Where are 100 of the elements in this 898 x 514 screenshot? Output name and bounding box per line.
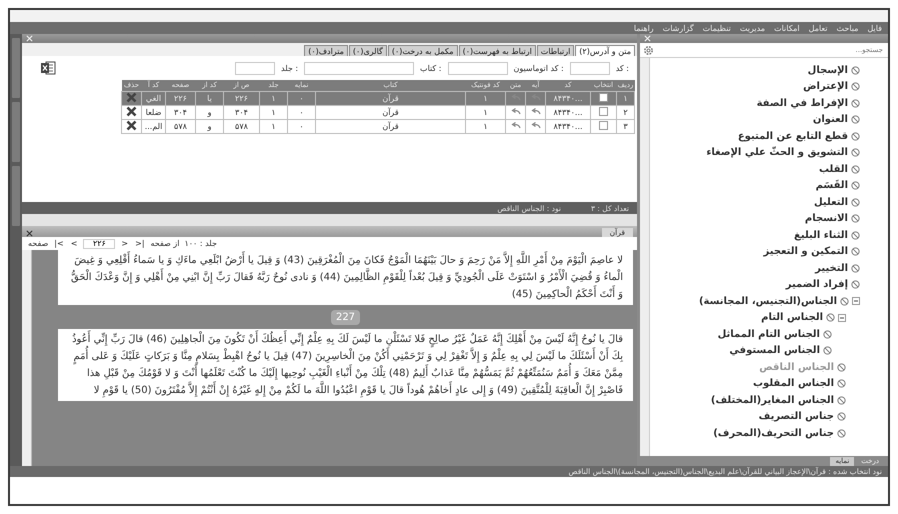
tab[interactable]: مکمل به درخت(۰) bbox=[388, 45, 458, 56]
tree-item[interactable]: الجناس المقلوب bbox=[753, 378, 834, 390]
table-cell: ۱ bbox=[616, 91, 634, 105]
ban-icon bbox=[851, 181, 860, 190]
input-field[interactable] bbox=[235, 62, 275, 74]
input-field[interactable] bbox=[570, 62, 610, 74]
close-icon[interactable] bbox=[26, 230, 33, 237]
tree-item[interactable]: الجناس المستوفي bbox=[729, 345, 820, 356]
table-cell: ۱ bbox=[260, 91, 288, 105]
ban-icon bbox=[851, 132, 860, 141]
tree-item[interactable]: العنوان bbox=[812, 114, 848, 126]
scrollbar[interactable] bbox=[22, 250, 32, 466]
menu-item[interactable]: امکانات bbox=[774, 24, 800, 32]
delete-icon[interactable] bbox=[126, 120, 137, 130]
tree-item[interactable]: التخيير bbox=[815, 262, 848, 274]
table-cell: ۲۲۶ bbox=[166, 91, 196, 105]
delete-icon[interactable] bbox=[126, 106, 137, 116]
ban-icon bbox=[851, 230, 860, 240]
reply-arrow-icon[interactable] bbox=[530, 122, 540, 128]
ban-icon bbox=[851, 98, 860, 108]
tree-item[interactable]: الإفراط في الصفة bbox=[756, 98, 848, 109]
next-page-button[interactable]: > bbox=[120, 239, 130, 248]
reply-arrow-icon[interactable] bbox=[530, 108, 540, 114]
collapse-icon[interactable] bbox=[838, 314, 846, 322]
tab[interactable]: ارتباطات bbox=[536, 45, 574, 56]
ban-icon bbox=[837, 412, 846, 422]
input-field[interactable] bbox=[448, 62, 508, 74]
tab[interactable]: مترادف(۰) bbox=[304, 45, 348, 56]
reply-arrow-icon[interactable] bbox=[510, 108, 520, 114]
tree-item[interactable]: القَسَم bbox=[816, 180, 848, 192]
tree-item[interactable]: التمكين و التعجيز bbox=[764, 246, 848, 258]
tree-item[interactable]: الإعتراض bbox=[803, 81, 848, 92]
checkbox[interactable] bbox=[599, 92, 608, 102]
input-field[interactable] bbox=[304, 62, 414, 74]
table-cell: ۳۰۴ bbox=[166, 105, 196, 119]
first-page-button[interactable]: |< bbox=[53, 239, 65, 248]
table-cell: ۱ bbox=[260, 105, 288, 119]
ban-icon bbox=[837, 428, 846, 438]
ban-icon bbox=[840, 296, 849, 306]
tree-item[interactable]: الجناس التام bbox=[761, 312, 823, 324]
excel-icon[interactable] bbox=[40, 61, 56, 75]
ban-icon bbox=[851, 214, 860, 224]
menu-item[interactable]: مدیریت bbox=[740, 24, 766, 32]
tree-item[interactable]: جناس التصريف bbox=[758, 411, 834, 422]
collapse-icon[interactable] bbox=[852, 297, 860, 306]
table-cell: و bbox=[196, 119, 224, 133]
previous-page-button[interactable]: < bbox=[70, 239, 78, 248]
ban-icon bbox=[851, 264, 860, 273]
menu-item[interactable]: تنظیمات bbox=[702, 24, 731, 32]
tree-item[interactable]: التعليل bbox=[814, 196, 848, 208]
tree-item[interactable]: الجناس المغاير(المختلف) bbox=[710, 394, 834, 406]
menu-item[interactable]: فایل bbox=[867, 24, 882, 32]
table-cell: ۵۷۸ bbox=[166, 119, 196, 133]
field-label: کد اتوماسیون : bbox=[514, 64, 564, 72]
ban-icon bbox=[823, 346, 832, 356]
table-cell: قرآن bbox=[316, 105, 466, 119]
menu-item[interactable]: گزارشات bbox=[662, 24, 694, 32]
table-cell: ۱ bbox=[466, 91, 506, 105]
ban-icon bbox=[837, 396, 846, 405]
table-cell: الغي bbox=[142, 91, 166, 105]
tree-item[interactable]: الإسجال bbox=[808, 64, 848, 76]
ban-icon bbox=[851, 66, 860, 75]
table-cell: ۲ bbox=[616, 105, 634, 119]
table-row[interactable]: ۱ ...۸۴۳۴۰ ۱ قرآن ٠ ۱ ۲۲۶ یا ۲۲۶ الغي bbox=[122, 91, 634, 105]
delete-icon[interactable] bbox=[126, 92, 137, 102]
last-page-button[interactable]: >| bbox=[134, 239, 146, 248]
table-row[interactable]: ۲ ...۸۴۳۴۰ ۱ قرآن ٠ ۱ ۳۰۴ و ۳۰۴ ضلعا bbox=[122, 105, 634, 119]
table-cell: قرآن bbox=[316, 119, 466, 133]
tree-item[interactable]: الجناس(التجنيس، المجانسة) bbox=[698, 296, 837, 307]
tab[interactable]: گالری(۰) bbox=[348, 45, 387, 56]
checkbox[interactable] bbox=[599, 106, 608, 116]
settings-icon[interactable] bbox=[643, 44, 654, 56]
page-field[interactable]: ۲۲۶ bbox=[83, 238, 116, 248]
ban-icon bbox=[851, 164, 860, 174]
menu-item[interactable]: تعامل bbox=[808, 24, 828, 32]
volume-label: جلد : ۱۰۰ bbox=[184, 239, 217, 248]
tree-item[interactable]: الجناس التام المماثل bbox=[718, 328, 820, 340]
table-cell: ٠ bbox=[288, 91, 316, 105]
tree-item[interactable]: الانسجام bbox=[804, 213, 848, 224]
ban-icon bbox=[823, 330, 832, 339]
tab[interactable]: ارتباط به فهرست(۰) bbox=[458, 45, 536, 56]
tree-item[interactable]: إفراد الضمير bbox=[786, 279, 848, 290]
verse-text: قالَ يا نُوحُ إِنَّهُ لَيْسَ مِنْ أَهْلِكَ إِنَّهُ عَمَلٌ غَيْرُ صالِحٍ فَلا تَسْئَلْنِ ما لَيْسَ لَكَ بِهِ عِلْمٌ إِنِّي أَعِظُكَ أَنْ تَكُونَ مِنَ الْجاهِلِينَ (46) قالَ رَبِّ إِنِّي أَعُوذُ بِكَ أَنْ أَسْئَلَكَ ما لَيْسَ لِي بِهِ عِلْمٌ وَ إِلاَّ تَغْفِرْ لِي وَ تَرْحَمْنِي أَكُنْ مِنَ الْخاسِرِينَ (47) قِيلَ يا نُوحُ اهْبِطْ بِسَلامٍ مِنَّا وَ بَرَكاتٍ عَلَيْكَ وَ عَلى أُمَمٍ مِمَّنْ مَعَكَ وَ أُمَمٌ سَنُمَتِّعُهُمْ ثُمَّ يَمَسُّهُمْ مِنَّا عَذابٌ أَلِيمٌ (48) تِلْكَ مِنْ أَنْباءِ الْغَيْبِ نُوحِيها إِلَيْكَ ما كُنْتَ تَعْلَمُها أَنْتَ وَ لا قَوْمُكَ مِنْ قَبْلِ هذا فَاصْبِرْ إِنَّ الْعاقِبَةَ لِلْمُتَّقِينَ (49) وَ إِلى عادٍ أَخاهُمْ هُوداً قالَ يا قَوْمِ اعْبُدُوا اللَّهَ ما لَكُمْ مِنْ إِلهٍ غَيْرُهُ إِنْ أَنْتُمْ إِلاَّ مُفْتَرُونَ (50) يا قَوْمِ لا bbox=[58, 329, 633, 401]
tab[interactable]: متن و آدرس(۲) bbox=[575, 45, 635, 56]
tree-item[interactable]: قطع التابع عن المتبوع bbox=[738, 130, 848, 142]
checkbox[interactable] bbox=[599, 120, 608, 130]
menu-item[interactable]: راهنما bbox=[634, 24, 654, 32]
menu-item[interactable]: مباحث bbox=[836, 24, 858, 32]
ban-icon bbox=[851, 247, 860, 256]
tree-item[interactable]: جناس التحريف(المحرف) bbox=[713, 428, 834, 439]
reply-arrow-icon[interactable] bbox=[510, 122, 520, 128]
tree-item[interactable]: القلب bbox=[818, 164, 848, 175]
tree-item[interactable]: الثناء البليغ bbox=[794, 230, 848, 241]
table-row[interactable]: ۳ ...۸۴۳۴۰ ۱ قرآن ٠ ۱ ۵۷۸ و ۵۷۸ الم... bbox=[122, 119, 634, 133]
scrollbar[interactable] bbox=[640, 58, 650, 456]
tree-item[interactable]: التشويق و الحثّ علي الإصغاء bbox=[706, 147, 848, 158]
page-count-label: از صفحه bbox=[150, 239, 180, 248]
field-label: کد : bbox=[616, 64, 629, 72]
table-cell: ...۸۴۳۴۰ bbox=[546, 105, 590, 119]
ban-icon bbox=[826, 313, 835, 322]
